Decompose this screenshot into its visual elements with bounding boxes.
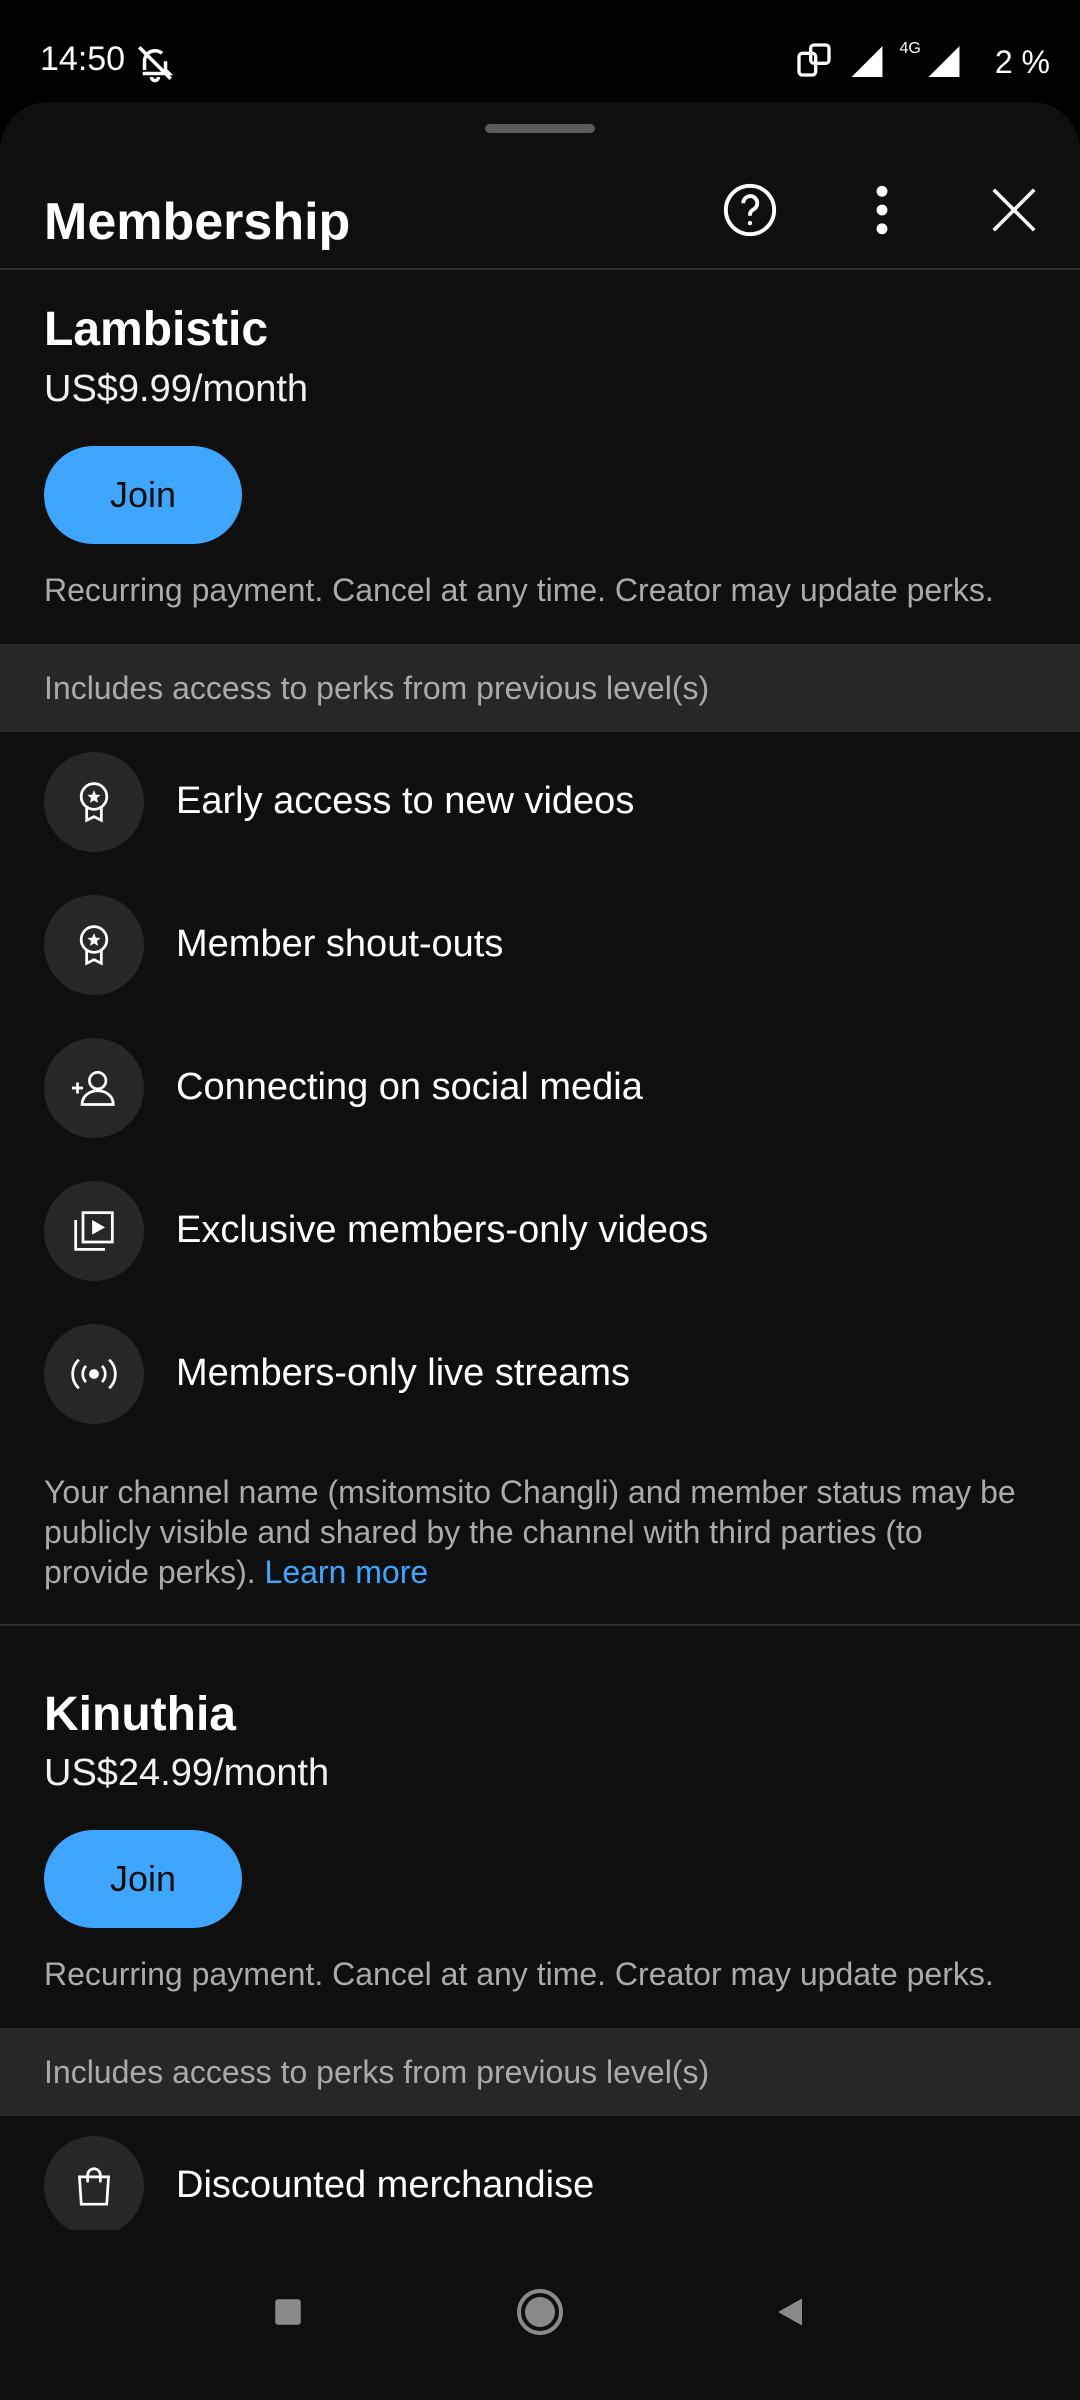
tier-name: Kinuthia [44,1688,236,1741]
payment-note: Recurring payment. Cancel at any time. C… [44,1956,994,1992]
back-button[interactable] [750,2274,830,2354]
perks-band: Includes access to perks from previous l… [0,644,1080,732]
signal-icon-2 [925,43,963,82]
perks-band: Includes access to perks from previous l… [0,2028,1080,2116]
perk-item: Early access to new videos [0,742,1080,862]
back-icon [772,2294,808,2335]
status-time: 14:50 [40,40,126,78]
screen-rotate-icon [794,40,834,85]
privacy-notice: Your channel name (msitomsito Changli) a… [44,1472,1034,1592]
status-icons: 4G 2 % [794,40,1050,85]
tier-price: US$9.99/month [44,368,309,410]
close-icon [987,183,1041,242]
page-title: Membership [44,193,351,251]
home-button[interactable] [500,2274,580,2354]
join-button[interactable]: Join [44,446,242,544]
shopping-bag-icon [44,2136,144,2236]
system-nav-bar [0,2230,1080,2400]
payment-note: Recurring payment. Cancel at any time. C… [44,572,994,608]
perk-item: Connecting on social media [0,1028,1080,1148]
perk-label: Early access to new videos [176,780,635,822]
close-button[interactable] [964,162,1064,262]
recents-button[interactable] [248,2274,328,2354]
perk-item: Discounted merchandise [0,2126,1080,2246]
notifications-off-icon [134,42,176,89]
sheet-header: Membership [0,162,1080,268]
home-icon [516,2288,564,2341]
header-divider [0,268,1080,270]
perk-label: Member shout-outs [176,923,504,965]
badge-icon [44,895,144,995]
recents-icon [271,2295,305,2334]
video-library-icon [44,1181,144,1281]
tier-divider [0,1624,1080,1626]
network-type-label: 4G [899,40,921,57]
learn-more-link[interactable]: Learn more [265,1554,429,1590]
person-add-icon [44,1038,144,1138]
join-button[interactable]: Join [44,1830,242,1928]
more-options-button[interactable] [832,162,932,262]
battery-level: 2 % [994,44,1050,80]
drag-handle[interactable] [485,124,595,133]
perk-label: Discounted merchandise [176,2164,595,2206]
help-button[interactable] [700,162,800,262]
more-vert-icon [872,185,892,240]
perks-band-label: Includes access to perks from previous l… [44,2054,710,2090]
perk-item: Exclusive members-only videos [0,1171,1080,1291]
badge-icon [44,752,144,852]
membership-sheet: Membership Lambistic US$9.99/month Join … [0,102,1080,2400]
status-bar: 14:50 4G 2 % [0,0,1080,100]
signal-icon [848,43,886,82]
live-stream-icon [44,1324,144,1424]
perk-label: Members-only live streams [176,1352,630,1394]
privacy-text: Your channel name (msitomsito Changli) a… [44,1474,1016,1590]
perks-band-label: Includes access to perks from previous l… [44,670,710,706]
tier-price: US$24.99/month [44,1752,330,1794]
perk-label: Exclusive members-only videos [176,1209,709,1251]
perk-label: Connecting on social media [176,1066,643,1108]
perk-item: Member shout-outs [0,885,1080,1005]
help-circle-icon [721,181,779,244]
tier-name: Lambistic [44,303,269,356]
perk-item: Members-only live streams [0,1314,1080,1434]
